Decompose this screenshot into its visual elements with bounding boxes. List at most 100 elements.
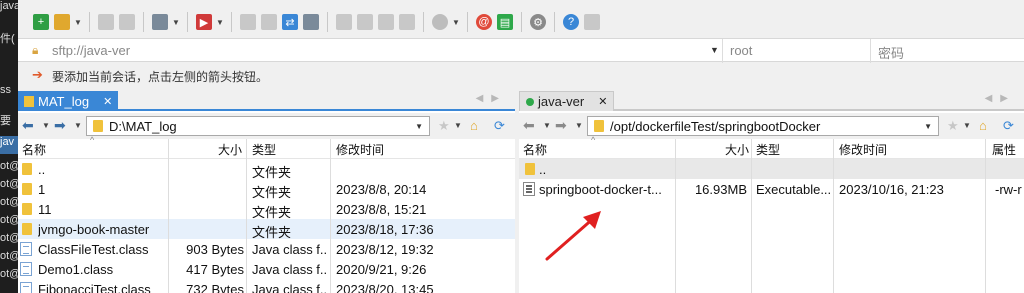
col-mtime[interactable]: 修改时间 xyxy=(336,141,384,158)
table-row[interactable]: 1 文件夹 2023/8/8, 20:14 xyxy=(18,179,515,200)
file-name: 1 xyxy=(38,182,46,197)
column-line xyxy=(833,139,834,293)
host-dropdown[interactable]: ▼ xyxy=(710,45,719,55)
file-name: 11 xyxy=(38,202,52,217)
table-row[interactable]: springboot-docker-t... 16.93MB Executabl… xyxy=(519,179,1024,199)
tab-scroll-arrows[interactable]: ◀▶ xyxy=(985,93,1016,104)
bookmark-dropdown[interactable]: ▼ xyxy=(963,121,971,130)
terminal-line: 件( xyxy=(0,33,15,45)
remote-path-input[interactable]: /opt/dockerfileTest/springbootDocker ▼ xyxy=(587,116,939,136)
transfer-arrows-icon: ⇄ xyxy=(282,14,298,30)
xftp-icon: ▤ xyxy=(497,14,513,30)
lock-icon xyxy=(336,14,352,30)
sort-indicator-icon: ^ xyxy=(90,135,95,145)
home-icon[interactable]: ⌂ xyxy=(979,118,987,133)
lock-button[interactable] xyxy=(335,12,353,32)
xftp-button[interactable]: ▤ xyxy=(496,12,514,32)
refresh-icon[interactable]: ⟳ xyxy=(1003,118,1014,134)
forward-arrow-icon[interactable]: ➡ xyxy=(54,117,66,134)
folder-icon xyxy=(93,120,103,132)
open-folder-dropdown[interactable]: ▼ xyxy=(74,12,82,32)
media-dropdown[interactable]: ▼ xyxy=(216,12,224,32)
table-row[interactable]: .. xyxy=(519,159,1024,179)
close-icon[interactable]: ✕ xyxy=(598,95,607,108)
toolbar-separator xyxy=(327,12,328,32)
table-row[interactable]: FibonacciTest.class 732 Bytes Java class… xyxy=(18,279,515,293)
settings-dropdown[interactable]: ▼ xyxy=(172,12,180,32)
local-file-pane: MAT_log ✕ ◀▶ ⬅ ▼ ➡ ▼ D:\MAT_log ▼ ★ ▼ ⌂ … xyxy=(18,89,515,293)
col-mtime[interactable]: 修改时间 xyxy=(839,141,887,158)
link-icon xyxy=(98,14,114,30)
circle-dropdown[interactable]: ▼ xyxy=(452,12,460,32)
terminal-line: ot@ xyxy=(0,250,18,262)
panel3-button[interactable] xyxy=(398,12,416,32)
close-icon[interactable]: ✕ xyxy=(103,95,112,108)
forward-arrow-icon[interactable]: ➡ xyxy=(555,117,567,134)
col-type[interactable]: 类型 xyxy=(756,141,780,158)
link-button[interactable] xyxy=(97,12,115,32)
session-hint-text: 要添加当前会话，点击左侧的箭头按钮。 xyxy=(52,70,269,84)
options-button[interactable]: ⚙ xyxy=(529,12,547,32)
chevron-down-icon[interactable]: ▼ xyxy=(924,122,932,131)
add-session-arrow-icon[interactable]: ➔ xyxy=(32,67,43,83)
new-session-button[interactable]: + xyxy=(32,12,50,32)
panel-button[interactable] xyxy=(356,12,374,32)
gear-icon: ⚙ xyxy=(530,14,546,30)
col-name[interactable]: 名称 xyxy=(523,141,547,158)
bookmark-dropdown[interactable]: ▼ xyxy=(454,121,462,130)
folder-icon xyxy=(525,163,535,175)
clone-button[interactable] xyxy=(118,12,136,32)
bookmark-star-icon[interactable]: ★ xyxy=(947,118,959,134)
col-type[interactable]: 类型 xyxy=(252,141,276,158)
media-button[interactable]: ▶ xyxy=(195,12,213,32)
server-icon xyxy=(303,14,319,30)
col-name[interactable]: 名称 xyxy=(22,141,46,158)
doc2-button[interactable] xyxy=(260,12,278,32)
col-attributes[interactable]: 属性 xyxy=(992,141,1016,158)
back-arrow-icon[interactable]: ⬅ xyxy=(523,117,535,134)
tab-scroll-arrows[interactable]: ◀▶ xyxy=(476,93,507,104)
host-input[interactable]: sftp://java-ver xyxy=(52,43,130,58)
refresh-icon[interactable]: ⟳ xyxy=(494,118,505,134)
table-row[interactable]: 11 文件夹 2023/8/8, 15:21 xyxy=(18,199,515,220)
transfer-button[interactable]: ⇄ xyxy=(281,12,299,32)
back-arrow-icon[interactable]: ⬅ xyxy=(22,117,34,134)
settings-button[interactable] xyxy=(151,12,169,32)
help-button[interactable]: ? xyxy=(562,12,580,32)
xshell-button[interactable]: @ xyxy=(475,12,493,32)
terminal-tab[interactable]: jav xyxy=(0,136,18,154)
username-input[interactable]: root xyxy=(730,43,752,58)
class-file-icon xyxy=(20,262,32,276)
back-dropdown[interactable]: ▼ xyxy=(42,121,50,130)
tab-java-ver[interactable]: java-ver ✕ xyxy=(519,91,615,111)
chat-button[interactable] xyxy=(583,12,601,32)
terminal-line: ot@ xyxy=(0,268,18,280)
column-line xyxy=(330,139,331,293)
remote-tab-bar: java-ver ✕ ◀▶ xyxy=(519,89,1024,111)
circle-button[interactable] xyxy=(431,12,449,32)
table-row[interactable]: .. 文件夹 xyxy=(18,159,515,180)
doc-button[interactable] xyxy=(239,12,257,32)
password-input[interactable]: 密码 xyxy=(878,43,904,62)
table-row[interactable]: jvmgo-book-master 文件夹 2023/8/18, 17:36 xyxy=(18,219,515,240)
remote-file-pane: java-ver ✕ ◀▶ ⬅ ▼ ➡ ▼ /opt/dockerfileTes… xyxy=(519,89,1024,293)
open-folder-button[interactable] xyxy=(53,12,71,32)
tab-mat-log[interactable]: MAT_log ✕ xyxy=(18,91,119,111)
bookmark-star-icon[interactable]: ★ xyxy=(438,118,450,134)
local-path-input[interactable]: D:\MAT_log ▼ xyxy=(86,116,430,136)
home-icon[interactable]: ⌂ xyxy=(470,118,478,133)
table-row[interactable]: ClassFileTest.class 903 Bytes Java class… xyxy=(18,239,515,259)
file-name: springboot-docker-t... xyxy=(539,182,662,197)
table-row[interactable]: Demo1.class 417 Bytes Java class f... 20… xyxy=(18,259,515,279)
forward-dropdown[interactable]: ▼ xyxy=(575,121,583,130)
panel2-button[interactable] xyxy=(377,12,395,32)
back-dropdown[interactable]: ▼ xyxy=(543,121,551,130)
col-size[interactable]: 大小 xyxy=(725,141,749,158)
annotation-arrow xyxy=(545,211,601,261)
forward-dropdown[interactable]: ▼ xyxy=(74,121,82,130)
toolbar-separator xyxy=(187,12,188,32)
terminal-line: ot@ xyxy=(0,232,18,244)
chevron-down-icon[interactable]: ▼ xyxy=(415,122,423,131)
col-size[interactable]: 大小 xyxy=(218,141,242,158)
server-button[interactable] xyxy=(302,12,320,32)
